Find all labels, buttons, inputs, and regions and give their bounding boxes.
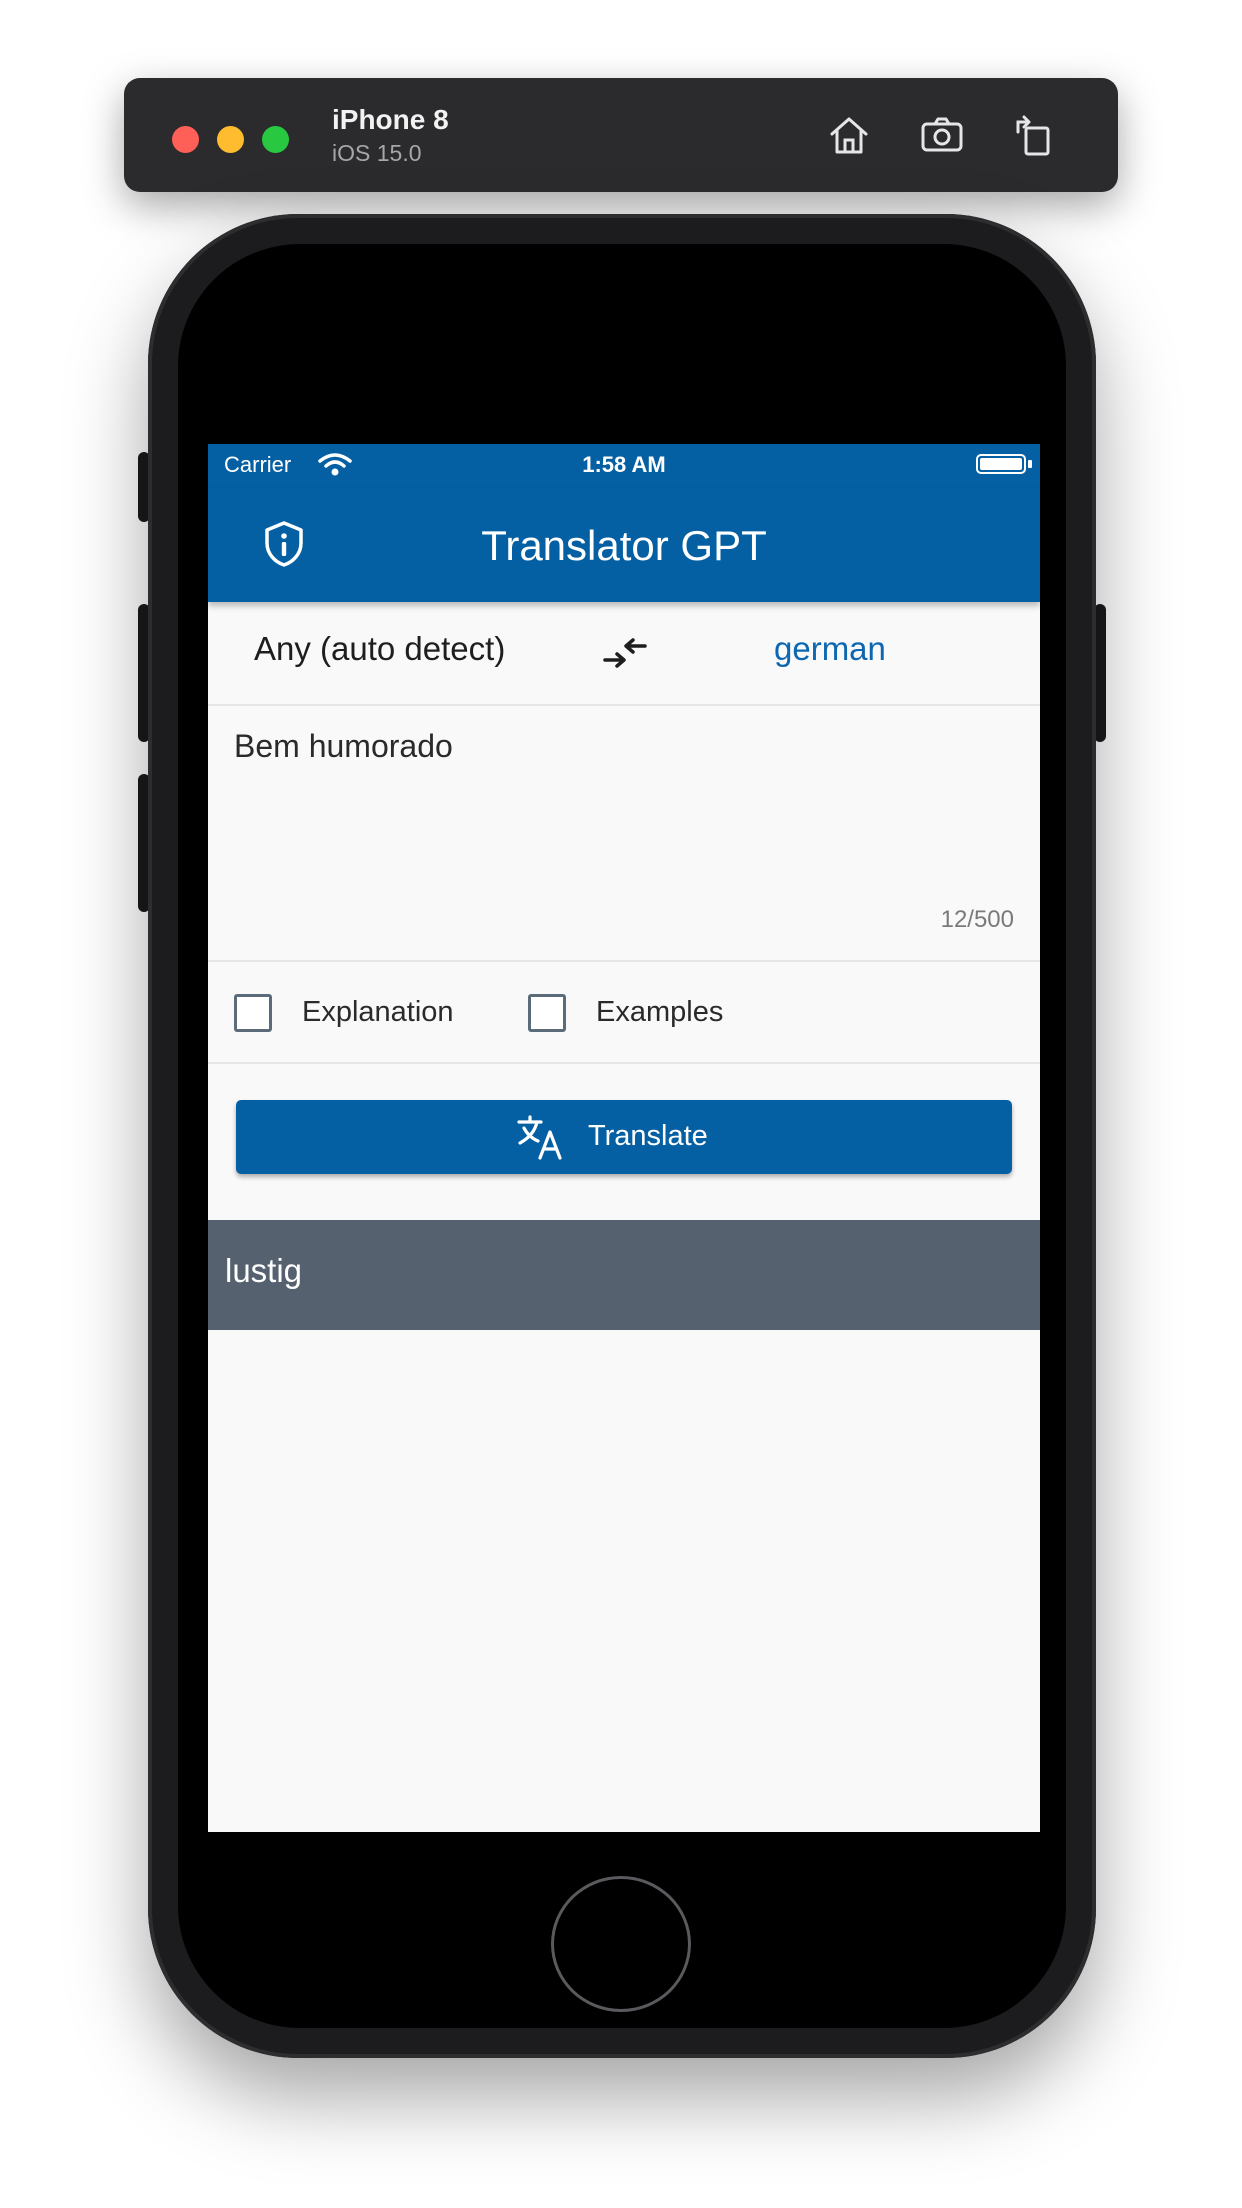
screenshot-icon[interactable] xyxy=(917,110,967,160)
simulator-toolbar: iPhone 8 iOS 15.0 xyxy=(124,78,1118,192)
character-counter: 12/500 xyxy=(940,906,1014,933)
battery-icon xyxy=(976,454,1026,474)
translate-button-label: Translate xyxy=(588,1120,708,1152)
status-time: 1:58 AM xyxy=(582,452,666,477)
explanation-checkbox[interactable] xyxy=(234,994,272,1032)
device-name: iPhone 8 xyxy=(332,104,449,135)
target-language-selector[interactable]: german xyxy=(774,630,886,668)
source-text-value[interactable]: Bem humorado xyxy=(234,728,453,765)
swap-arrows-icon[interactable] xyxy=(601,634,649,674)
source-language-selector[interactable]: Any (auto detect) xyxy=(254,630,505,668)
app-screen: Carrier 1:58 AM Translator GPT Any (auto… xyxy=(208,444,1040,1832)
rotate-icon[interactable] xyxy=(1010,110,1060,160)
app-title: Translator GPT xyxy=(481,522,767,569)
close-window-button[interactable] xyxy=(172,126,199,153)
explanation-label[interactable]: Explanation xyxy=(302,996,454,1029)
translate-button[interactable]: Translate xyxy=(236,1100,1012,1174)
app-bar: Translator GPT xyxy=(208,488,1040,602)
device-os-version: iOS 15.0 xyxy=(332,140,422,166)
source-text-input[interactable]: Bem humorado 12/500 xyxy=(208,706,1040,962)
battery-tip xyxy=(1028,460,1032,468)
language-selector-row: Any (auto detect) german xyxy=(208,604,1040,706)
zoom-window-button[interactable] xyxy=(262,126,289,153)
translation-result-text: lustig xyxy=(225,1252,303,1289)
translate-icon xyxy=(516,1114,564,1160)
examples-label[interactable]: Examples xyxy=(596,996,723,1029)
minimize-window-button[interactable] xyxy=(217,126,244,153)
home-button[interactable] xyxy=(551,1876,691,2012)
home-icon[interactable] xyxy=(824,110,874,160)
status-bar: Carrier 1:58 AM xyxy=(208,444,1040,488)
examples-checkbox[interactable] xyxy=(528,994,566,1032)
options-row: Explanation Examples xyxy=(208,962,1040,1064)
translation-result: lustig xyxy=(208,1220,1040,1330)
